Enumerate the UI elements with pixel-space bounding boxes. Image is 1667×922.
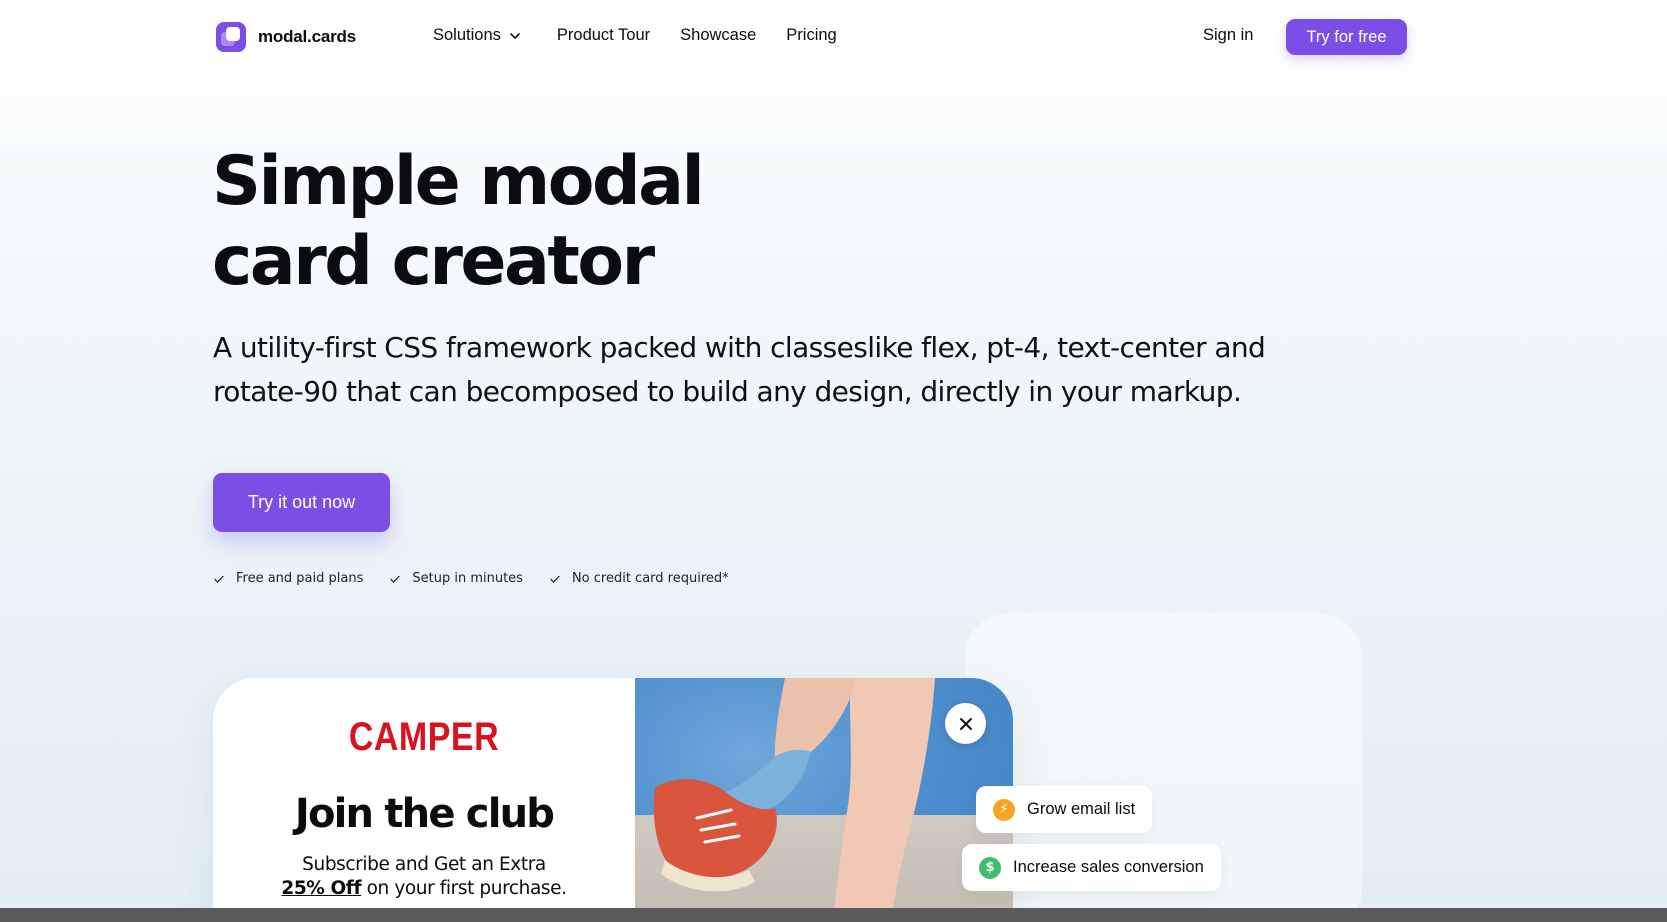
chevron-down-icon xyxy=(510,32,520,39)
feature-pill-label: Grow email list xyxy=(1027,800,1136,818)
feature-pill-sales-conversion: $ Increase sales conversion xyxy=(962,844,1221,891)
nav-item-label: Showcase xyxy=(680,26,757,44)
check-icon xyxy=(214,575,224,583)
checklist-item: No credit card required* xyxy=(549,571,729,586)
logo-icon xyxy=(216,22,246,52)
modal-offer: 25% Off on your first purchase. xyxy=(281,878,567,899)
nav-item-product-tour[interactable]: Product Tour xyxy=(557,26,650,45)
nav-item-pricing[interactable]: Pricing xyxy=(786,26,836,45)
modal-close-button[interactable] xyxy=(945,703,986,744)
modal-content: CAMPER Join the club Subscribe and Get a… xyxy=(213,678,635,922)
offer-highlight: 25% Off xyxy=(281,878,362,899)
top-navigation: modal.cards Solutions Product Tour Showc… xyxy=(0,0,1667,75)
checklist-item: Free and paid plans xyxy=(213,571,363,586)
close-icon xyxy=(959,717,972,730)
nav-item-label: Product Tour xyxy=(556,26,651,44)
hero-title: Simple modal card creator xyxy=(212,142,932,302)
offer-text: on your first purchase. xyxy=(361,878,567,899)
check-icon xyxy=(550,575,560,583)
feature-checklist: Free and paid plans Setup in minutes No … xyxy=(213,571,729,586)
checklist-item: Setup in minutes xyxy=(389,571,523,586)
hero-subtitle: A utility-first CSS framework packed wit… xyxy=(213,326,1363,414)
hero-subtitle-line-1: A utility-first CSS framework packed wit… xyxy=(213,331,1266,364)
checklist-label: No credit card required* xyxy=(571,571,729,586)
brand-name: modal.cards xyxy=(258,27,356,46)
try-it-out-button[interactable]: Try it out now xyxy=(213,473,390,532)
lightning-icon: ⚡ xyxy=(993,798,1015,821)
brand-logo[interactable]: modal.cards xyxy=(216,22,356,52)
modal-description-line: Subscribe and Get an Extra xyxy=(302,854,546,875)
dollar-icon: $ xyxy=(979,856,1001,879)
example-modal-card: CAMPER Join the club Subscribe and Get a… xyxy=(213,678,1013,922)
nav-item-label: Solutions xyxy=(433,26,501,44)
hero-title-line-1: Simple modal xyxy=(212,142,705,221)
checklist-label: Setup in minutes xyxy=(412,571,523,586)
modal-description: Subscribe and Get an Extra 25% Off on yo… xyxy=(213,853,635,901)
check-icon xyxy=(390,575,401,583)
feature-pill-label: Increase sales conversion xyxy=(1013,858,1204,876)
nav-item-solutions[interactable]: Solutions xyxy=(433,26,523,45)
camper-logo: CAMPER xyxy=(348,714,500,760)
hero-title-line-2: card creator xyxy=(212,222,655,301)
nav-item-showcase[interactable]: Showcase xyxy=(680,26,756,45)
feature-pill-grow-email: ⚡ Grow email list xyxy=(976,786,1153,833)
bottom-edge-bar xyxy=(0,908,1667,922)
modal-title: Join the club xyxy=(294,791,555,837)
try-for-free-button[interactable]: Try for free xyxy=(1286,19,1407,55)
sign-in-link[interactable]: Sign in xyxy=(1203,26,1253,45)
main-menu: Solutions Product Tour Showcase Pricing xyxy=(433,26,837,45)
hero-subtitle-line-2: rotate-90 that can becomposed to build a… xyxy=(213,375,1242,408)
checklist-label: Free and paid plans xyxy=(236,571,364,586)
nav-item-label: Pricing xyxy=(786,26,837,44)
